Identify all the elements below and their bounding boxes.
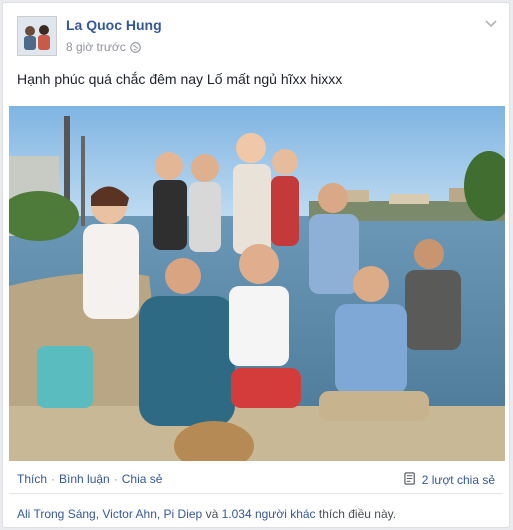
post-photo[interactable] bbox=[9, 106, 505, 461]
like-link[interactable]: Thích bbox=[17, 472, 47, 486]
liker-names[interactable]: Ali Trong Sáng, Victor Ahn, Pi Diep bbox=[17, 507, 202, 521]
share-link[interactable]: Chia sẻ bbox=[122, 472, 163, 486]
share-count-label: 2 lượt chia sẻ bbox=[421, 473, 495, 487]
post-meta: 8 giờ trước bbox=[66, 40, 141, 54]
likes-suffix: thích điều này. bbox=[318, 507, 397, 521]
comment-link[interactable]: Bình luận bbox=[59, 472, 110, 486]
share-count[interactable]: 2 lượt chia sẻ bbox=[404, 472, 495, 488]
separator: · bbox=[113, 472, 118, 486]
likes-others-link[interactable]: 1.034 người khác bbox=[222, 507, 316, 521]
author-avatar[interactable] bbox=[17, 16, 57, 56]
chevron-down-icon[interactable] bbox=[483, 15, 499, 31]
share-icon bbox=[404, 472, 417, 488]
globe-icon bbox=[129, 41, 141, 53]
author-name[interactable]: La Quoc Hung bbox=[66, 17, 162, 33]
divider bbox=[9, 493, 503, 494]
post-text: Hạnh phúc quá chắc đêm nay Lố mất ngủ hĩ… bbox=[17, 71, 343, 87]
post-actions: Thích · Bình luận · Chia sẻ bbox=[17, 472, 162, 486]
post-card: La Quoc Hung 8 giờ trước Hạnh phúc quá c… bbox=[2, 2, 510, 528]
likes-connector: và bbox=[205, 507, 219, 521]
separator: · bbox=[51, 472, 56, 486]
likes-summary: Ali Trong Sáng, Victor Ahn, Pi Diep và 1… bbox=[17, 507, 396, 521]
post-timestamp[interactable]: 8 giờ trước bbox=[66, 40, 126, 54]
